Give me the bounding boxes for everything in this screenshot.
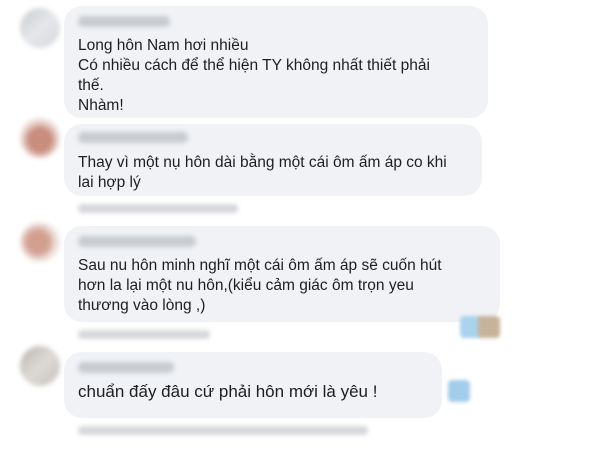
comment-line: Thay vì một nụ hôn dài bằng một cái ôm ấ… — [78, 154, 447, 171]
comment-line: chuẩn đấy đâu cứ phải hôn mới là yêu ! — [78, 382, 378, 401]
commenter-avatar[interactable] — [20, 346, 60, 386]
comment-text: Long hôn Nam hơi nhiều Có nhiều cách để … — [78, 36, 476, 116]
commenter-avatar[interactable] — [20, 118, 60, 158]
commenter-avatar[interactable] — [20, 8, 60, 48]
commenter-name-redacted[interactable] — [78, 362, 174, 373]
comment-line: Long hôn Nam hơi nhiều — [78, 37, 249, 54]
comment-line: Có nhiều cách để thể hiện TY không nhất … — [78, 57, 430, 74]
comment-line: thế. — [78, 77, 104, 94]
comment-text: Thay vì một nụ hôn dài bằng một cái ôm ấ… — [78, 153, 470, 193]
comment-text: chuẩn đấy đâu cứ phải hôn mới là yêu ! — [78, 381, 430, 403]
comment-bubble: Thay vì một nụ hôn dài bằng một cái ôm ấ… — [64, 124, 482, 196]
commenter-name-redacted[interactable] — [78, 16, 170, 27]
comment-line: thương vào lòng ,) — [78, 297, 206, 314]
comment-line: hơn la lại một nu hôn,(kiểu cảm giác ôm … — [78, 277, 414, 294]
commenter-name-redacted[interactable] — [78, 236, 196, 247]
commenter-name-redacted[interactable] — [78, 132, 188, 143]
comment-actions-redacted[interactable] — [78, 330, 210, 339]
comment-text: Sau nu hôn minh nghĩ một cái ôm ấm áp sẽ… — [78, 256, 488, 316]
comment-bubble: Long hôn Nam hơi nhiều Có nhiều cách để … — [64, 6, 488, 118]
reaction-icon[interactable] — [478, 316, 500, 338]
comment-line: Sau nu hôn minh nghĩ một cái ôm ấm áp sẽ… — [78, 257, 442, 274]
comment-bubble: Sau nu hôn minh nghĩ một cái ôm ấm áp sẽ… — [64, 226, 500, 322]
comment-line: Nhàm! — [78, 97, 124, 114]
commenter-avatar[interactable] — [20, 222, 60, 262]
comment-actions-redacted[interactable] — [78, 426, 368, 435]
comment-actions-redacted[interactable] — [78, 204, 238, 213]
comment-bubble: chuẩn đấy đâu cứ phải hôn mới là yêu ! — [64, 352, 442, 418]
reaction-icon[interactable] — [448, 380, 470, 402]
comment-line: lai hợp lý — [78, 174, 141, 191]
